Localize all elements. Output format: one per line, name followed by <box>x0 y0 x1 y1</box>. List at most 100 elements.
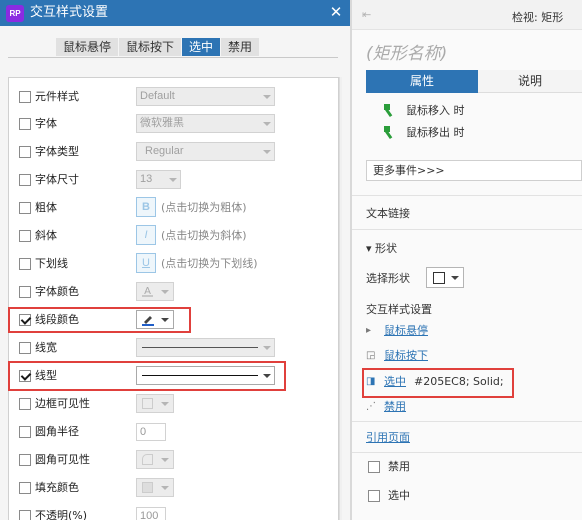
close-button[interactable]: ✕ <box>326 2 346 22</box>
tab-properties[interactable]: 属性 <box>366 70 478 93</box>
panel-scrollbar[interactable] <box>339 77 342 520</box>
font-label: 字体 <box>35 117 57 130</box>
selected-label: 选中 <box>388 489 410 502</box>
ref-page-link[interactable]: 引用页面 <box>366 430 410 446</box>
corner-radius-label: 圆角半径 <box>35 425 79 438</box>
disabled-checkbox[interactable] <box>368 461 380 473</box>
chevron-down-icon <box>161 318 169 322</box>
row-opacity: 不透明(%) 100 <box>9 503 338 520</box>
event-label: 鼠标移出 时 <box>406 126 465 139</box>
line-sample <box>142 347 258 348</box>
font-type-checkbox[interactable] <box>19 146 31 158</box>
line-sample <box>142 375 258 376</box>
fill-color-picker[interactable] <box>136 478 174 497</box>
row-line-color: 线段颜色 <box>9 307 338 334</box>
interaction-style-dialog: RP 交互样式设置 ✕ 鼠标悬停 鼠标按下 选中 禁用 元件样式 Default… <box>0 0 350 520</box>
border-visibility-picker[interactable] <box>136 394 174 413</box>
line-type-label: 线型 <box>35 369 57 382</box>
row-underline: 下划线 U (点击切换为下划线) <box>9 251 338 278</box>
disabled-style-link[interactable]: 禁用 <box>384 399 406 415</box>
row-font-color: 字体颜色 A <box>9 279 338 306</box>
rounded-corner-icon <box>142 454 153 465</box>
italic-toggle-button[interactable]: I <box>136 225 156 245</box>
font-checkbox[interactable] <box>19 118 31 130</box>
line-type-checkbox[interactable] <box>19 370 31 382</box>
font-select[interactable]: 微软雅黑 <box>136 114 275 133</box>
row-corner-radius: 圆角半径 0 <box>9 419 338 446</box>
disabled-style-icon: ⋰ <box>366 401 376 412</box>
corner-radius-input[interactable]: 0 <box>136 423 166 441</box>
tab-hover[interactable]: 鼠标悬停 <box>56 38 119 56</box>
border-visibility-checkbox[interactable] <box>19 398 31 410</box>
line-width-select[interactable] <box>136 338 275 357</box>
selected-style-icon: ◨ <box>366 376 376 387</box>
line-color-label: 线段颜色 <box>35 313 79 326</box>
tab-pressed[interactable]: 鼠标按下 <box>119 38 182 56</box>
tab-selected[interactable]: 选中 <box>182 38 221 56</box>
corner-radius-checkbox[interactable] <box>19 426 31 438</box>
selected-style-link[interactable]: 选中 <box>384 374 406 390</box>
hover-style-link[interactable]: 鼠标悬停 <box>384 323 428 339</box>
hover-style-icon: ▸ <box>366 325 372 336</box>
selected-style-value: #205EC8; Solid; <box>414 375 504 388</box>
chevron-down-icon <box>263 374 271 378</box>
opacity-label: 不透明(%) <box>35 509 88 520</box>
line-color-checkbox[interactable] <box>19 314 31 326</box>
font-color-icon: A <box>142 286 153 297</box>
font-color-picker[interactable]: A <box>136 282 174 301</box>
row-line-type: 线型 <box>9 363 338 390</box>
row-italic: 斜体 I (点击切换为斜体) <box>9 223 338 250</box>
bold-checkbox[interactable] <box>19 202 31 214</box>
pressed-style-link[interactable]: 鼠标按下 <box>384 348 428 364</box>
shape-section-toggle[interactable]: ▾ 形状 <box>366 242 397 256</box>
fill-color-icon <box>142 482 153 493</box>
chevron-down-icon <box>263 95 271 99</box>
state-tabs: 鼠标悬停 鼠标按下 选中 禁用 <box>56 38 260 56</box>
underline-checkbox[interactable] <box>19 258 31 270</box>
font-type-select[interactable]: Regular <box>136 142 275 161</box>
text-link-label[interactable]: 文本链接 <box>366 207 410 221</box>
font-size-value: 13 <box>140 173 153 185</box>
underline-hint: (点击切换为下划线) <box>161 257 258 270</box>
opacity-input[interactable]: 100 <box>136 507 166 520</box>
chevron-down-icon <box>161 402 169 406</box>
corner-visibility-picker[interactable] <box>136 450 174 469</box>
axure-logo-icon: RP <box>6 5 24 22</box>
chevron-down-icon <box>161 290 169 294</box>
row-line-width: 线宽 <box>9 335 338 362</box>
section-divider <box>352 421 582 422</box>
widget-style-select[interactable]: Default <box>136 87 275 106</box>
italic-label: 斜体 <box>35 229 57 242</box>
more-events-select[interactable]: 更多事件>>> <box>366 160 582 181</box>
shape-name-field[interactable]: (矩形名称) <box>366 39 447 64</box>
line-color-picker[interactable] <box>136 310 174 329</box>
tabs-divider <box>8 57 338 58</box>
widget-style-checkbox[interactable] <box>19 91 31 103</box>
row-widget-style: 元件样式 Default <box>9 84 338 111</box>
font-color-label: 字体颜色 <box>35 285 79 298</box>
dialog-title: 交互样式设置 <box>30 5 109 20</box>
chevron-down-icon <box>451 276 459 280</box>
line-width-checkbox[interactable] <box>19 342 31 354</box>
line-type-select[interactable] <box>136 366 275 385</box>
opacity-checkbox[interactable] <box>19 510 31 520</box>
fill-color-label: 填充颜色 <box>35 481 79 494</box>
corner-visibility-checkbox[interactable] <box>19 454 31 466</box>
tab-notes[interactable]: 说明 <box>478 70 582 93</box>
italic-checkbox[interactable] <box>19 230 31 242</box>
tab-disabled[interactable]: 禁用 <box>221 38 260 56</box>
font-size-checkbox[interactable] <box>19 174 31 186</box>
bold-toggle-button[interactable]: B <box>136 197 156 217</box>
style-properties-panel: 元件样式 Default 字体 微软雅黑 字体类型 Regular 字体尺寸 1… <box>8 77 339 520</box>
inspector-tabs: 属性 说明 <box>366 70 582 93</box>
shape-picker[interactable] <box>426 267 464 288</box>
inspector-header: ⇤ 检视: 矩形 <box>352 0 582 30</box>
font-size-select[interactable]: 13 <box>136 170 181 189</box>
underline-toggle-button[interactable]: U <box>136 253 156 273</box>
fill-color-checkbox[interactable] <box>19 482 31 494</box>
dialog-title-bar[interactable]: RP 交互样式设置 ✕ <box>0 0 350 26</box>
font-color-checkbox[interactable] <box>19 286 31 298</box>
selected-checkbox[interactable] <box>368 490 380 502</box>
collapse-icon[interactable]: ⇤ <box>362 8 371 21</box>
rectangle-shape-icon <box>433 272 445 284</box>
